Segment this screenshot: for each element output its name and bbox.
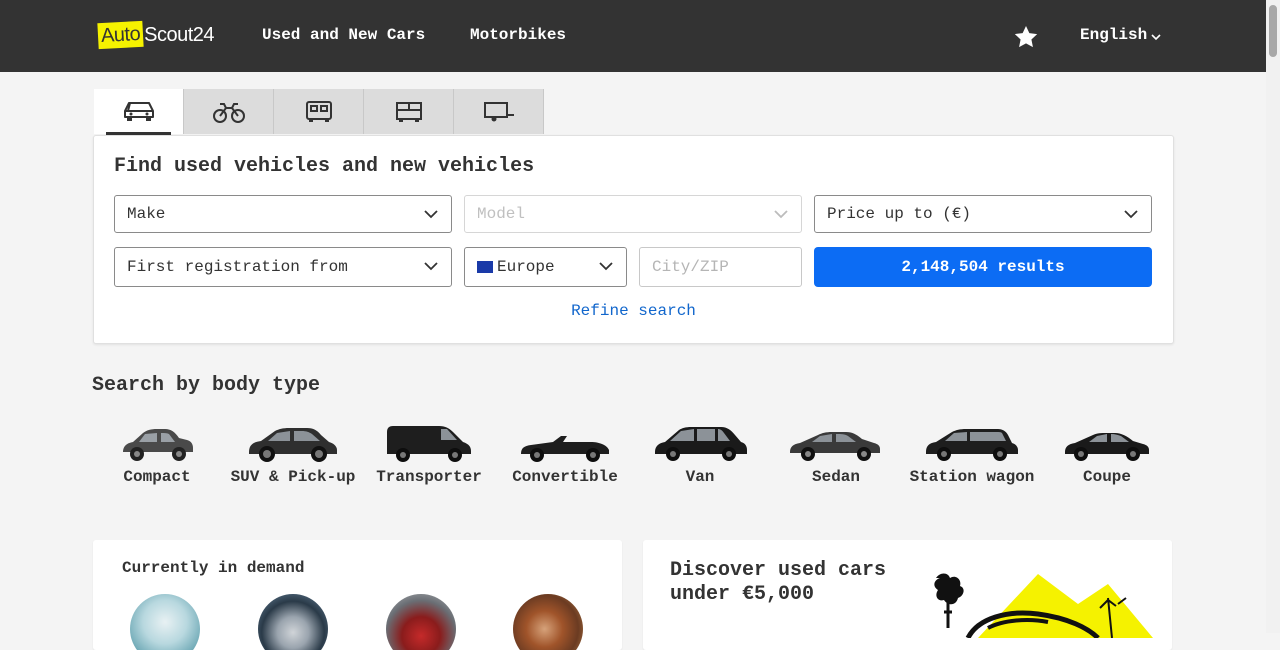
in-demand-item-2[interactable] — [258, 594, 328, 650]
body-type-label: Convertible — [512, 468, 618, 486]
tab-trailers[interactable] — [454, 89, 544, 134]
body-type-transporter[interactable]: Transporter — [361, 420, 497, 486]
camper-icon — [305, 100, 332, 122]
coupe-car-icon — [1065, 433, 1149, 461]
logo-scout-text: Scout24 — [144, 23, 215, 46]
chevron-down-icon — [424, 262, 438, 271]
chevron-down-icon — [599, 262, 613, 271]
promo-title-line2: under €5,000 — [670, 583, 815, 606]
body-type-coupe[interactable]: Coupe — [1039, 420, 1175, 486]
vehicle-type-tabs — [94, 89, 544, 135]
promo-title: Discover used cars under €5,000 — [670, 559, 886, 607]
tab-campers[interactable] — [274, 89, 364, 134]
tab-transporters[interactable] — [364, 89, 454, 134]
tab-motorbikes[interactable] — [184, 89, 274, 134]
logo-auto-text: Auto — [97, 20, 144, 50]
body-type-section-title: Search by body type — [92, 374, 321, 397]
model-select[interactable]: Model — [464, 195, 802, 233]
in-demand-item-3[interactable] — [386, 594, 456, 650]
search-panel: Find used vehicles and new vehicles Make… — [93, 135, 1174, 344]
autoscout24-logo[interactable]: Auto Scout24 — [97, 19, 215, 51]
promo-illustration — [934, 573, 1153, 638]
first-registration-value: First registration from — [127, 258, 348, 276]
convertible-car-icon — [521, 436, 609, 462]
body-type-label: Station wagon — [909, 468, 1035, 486]
chevron-down-icon — [1124, 210, 1138, 219]
chevron-down-icon — [424, 210, 438, 219]
country-select[interactable]: Europe — [464, 247, 627, 287]
country-select-value: Europe — [497, 258, 555, 276]
first-registration-select[interactable]: First registration from — [114, 247, 452, 287]
favorites-star-icon[interactable] — [1013, 24, 1039, 50]
nav-motorbikes[interactable]: Motorbikes — [470, 26, 566, 44]
top-header: Auto Scout24 Used and New Cars Motorbike… — [0, 0, 1266, 72]
search-title: Find used vehicles and new vehicles — [114, 155, 535, 178]
transporter-van-icon — [387, 426, 471, 462]
make-select-value: Make — [127, 205, 166, 223]
eu-flag-icon — [477, 261, 493, 273]
tab-cars[interactable] — [94, 89, 184, 135]
body-type-convertible[interactable]: Convertible — [497, 420, 633, 486]
body-type-label: Van — [685, 468, 715, 486]
in-demand-card: Currently in demand — [93, 540, 622, 650]
compact-car-icon — [123, 429, 193, 461]
motorbike-icon — [212, 102, 245, 123]
language-label: English — [1080, 26, 1148, 44]
refine-search-link[interactable]: Refine search — [94, 302, 1173, 320]
chevron-down-icon — [774, 210, 788, 219]
chevron-down-icon — [1151, 34, 1161, 41]
body-type-label: Coupe — [1082, 468, 1131, 486]
in-demand-title: Currently in demand — [122, 559, 305, 577]
city-zip-input[interactable] — [639, 247, 802, 287]
body-type-label: Sedan — [811, 468, 860, 486]
price-select[interactable]: Price up to (€) — [814, 195, 1152, 233]
truck-icon — [395, 101, 422, 122]
promo-title-line1: Discover used cars — [670, 559, 887, 582]
body-type-sedan[interactable]: Sedan — [768, 420, 904, 486]
in-demand-item-4[interactable] — [513, 594, 583, 650]
body-type-suv[interactable]: SUV & Pick-up — [225, 420, 361, 486]
sedan-car-icon — [790, 432, 880, 461]
van-car-icon — [655, 427, 747, 461]
car-icon — [123, 101, 154, 121]
price-select-value: Price up to (€) — [827, 205, 972, 223]
in-demand-item-1[interactable] — [130, 594, 200, 650]
station-wagon-car-icon — [926, 429, 1018, 461]
body-type-compact[interactable]: Compact — [89, 420, 225, 486]
body-type-station-wagon[interactable]: Station wagon — [904, 420, 1040, 486]
show-results-button[interactable]: 2,148,504 results — [814, 247, 1152, 287]
scrollbar-thumb[interactable] — [1269, 5, 1277, 57]
body-type-van[interactable]: Van — [632, 420, 768, 486]
page-scrollbar[interactable] — [1266, 0, 1280, 633]
nav-used-and-new-cars[interactable]: Used and New Cars — [262, 26, 425, 44]
language-selector[interactable]: English — [1080, 26, 1161, 44]
body-type-label: Transporter — [376, 468, 482, 486]
body-type-label: Compact — [123, 468, 191, 486]
body-type-label: SUV & Pick-up — [230, 468, 356, 486]
cheap-cars-promo-card[interactable]: Discover used cars under €5,000 — [643, 540, 1172, 650]
make-select[interactable]: Make — [114, 195, 452, 233]
model-select-value: Model — [477, 205, 526, 223]
trailer-icon — [483, 101, 514, 121]
suv-car-icon — [249, 428, 337, 462]
